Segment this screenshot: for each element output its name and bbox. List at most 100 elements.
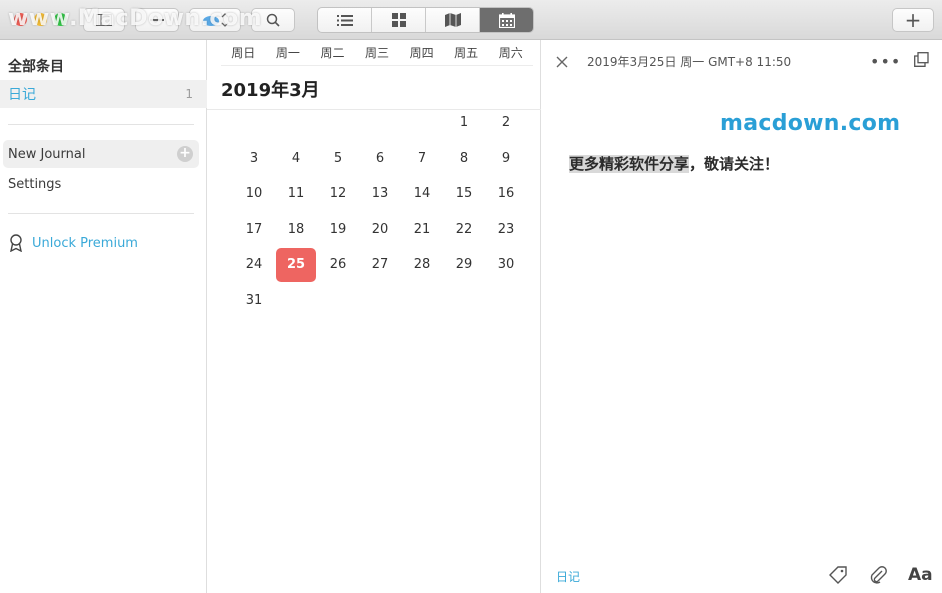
weekday-label: 周一 <box>275 46 300 60</box>
plus-circle-icon[interactable]: + <box>177 146 193 162</box>
empty-day-cell <box>233 105 275 141</box>
day-number: 12 <box>329 186 347 202</box>
weekday-label: 周日 <box>231 46 256 60</box>
calendar-day[interactable]: 24 <box>233 247 275 283</box>
calendar-day[interactable]: 14 <box>401 176 443 212</box>
day-number: 14 <box>413 186 431 202</box>
new-journal-button[interactable]: New Journal + <box>3 140 199 168</box>
settings-item[interactable]: Settings <box>8 177 61 192</box>
calendar-day[interactable]: 28 <box>401 247 443 283</box>
calendar-day[interactable]: 4 <box>275 141 317 177</box>
new-journal-label: New Journal <box>8 146 86 162</box>
entry-date: 2019年3月25日 周一 GMT+8 11:50 <box>587 55 792 69</box>
calendar-day[interactable]: 5 <box>317 141 359 177</box>
calendar-day[interactable]: 10 <box>233 176 275 212</box>
day-number: 31 <box>245 292 263 308</box>
sidebar: 全部条目 日记 1 New Journal + Settings Unlock … <box>0 40 207 593</box>
calendar-day[interactable]: 2 <box>485 105 527 141</box>
award-icon <box>10 234 22 252</box>
day-number: 16 <box>497 186 515 202</box>
day-number: 17 <box>245 221 263 237</box>
calendar-day[interactable]: 8 <box>443 141 485 177</box>
calendar-day[interactable]: 6 <box>359 141 401 177</box>
unlock-premium-label: Unlock Premium <box>32 235 138 251</box>
weekday-label: 周六 <box>498 46 523 60</box>
more-options-button[interactable]: ••• <box>870 52 901 71</box>
entry-panel: 2019年3月25日 周一 GMT+8 11:50 ••• macdown.co… <box>542 40 942 593</box>
calendar-icon <box>498 12 515 28</box>
day-number: 22 <box>455 221 473 237</box>
calendar-day[interactable]: 1 <box>443 105 485 141</box>
duplicate-button[interactable] <box>914 52 929 71</box>
calendar-day[interactable]: 16 <box>485 176 527 212</box>
day-number: 26 <box>329 257 347 273</box>
calendar-day[interactable]: 21 <box>401 212 443 248</box>
calendar-day[interactable]: 18 <box>275 212 317 248</box>
attachment-button[interactable] <box>869 566 887 588</box>
calendar-day[interactable]: 13 <box>359 176 401 212</box>
day-number: 11 <box>287 186 305 202</box>
day-number: 3 <box>249 150 259 166</box>
day-number: 27 <box>371 257 389 273</box>
journal-label[interactable]: 日记 <box>556 568 580 585</box>
entry-body[interactable]: 更多精彩软件分享，敬请关注！ <box>569 153 779 174</box>
calendar-day[interactable]: 27 <box>359 247 401 283</box>
divider <box>8 124 194 125</box>
day-number: 7 <box>417 150 427 166</box>
calendar-view-tab[interactable] <box>480 8 533 32</box>
calendar-day[interactable]: 17 <box>233 212 275 248</box>
day-number: 1 <box>459 115 469 131</box>
weekday-label: 周五 <box>454 46 479 60</box>
grid-icon <box>391 13 406 27</box>
calendar-day[interactable]: 3 <box>233 141 275 177</box>
font-format-button[interactable]: Aa <box>908 565 933 585</box>
day-number: 21 <box>413 221 431 237</box>
day-number: 4 <box>291 150 301 166</box>
weekday-label: 周二 <box>320 46 345 60</box>
day-number: 10 <box>245 186 263 202</box>
calendar-day[interactable]: 19 <box>317 212 359 248</box>
day-number: 6 <box>375 150 385 166</box>
day-number: 28 <box>413 257 431 273</box>
empty-day-cell <box>359 105 401 141</box>
map-icon <box>444 13 461 27</box>
calendar-day[interactable]: 12 <box>317 176 359 212</box>
close-entry-button[interactable] <box>556 53 568 72</box>
calendar-day[interactable]: 26 <box>317 247 359 283</box>
body-text: ，敬请关注！ <box>689 155 780 173</box>
sidebar-item-label: 日记 <box>8 87 36 103</box>
day-number: 19 <box>329 221 347 237</box>
calendar-day[interactable]: 7 <box>401 141 443 177</box>
calendar-day[interactable]: 30 <box>485 247 527 283</box>
calendar-day[interactable]: 11 <box>275 176 317 212</box>
calendar-day[interactable]: 15 <box>443 176 485 212</box>
day-number: 13 <box>371 186 389 202</box>
all-entries-header[interactable]: 全部条目 <box>8 56 64 76</box>
day-number: 2 <box>501 115 511 131</box>
add-entry-button[interactable]: + <box>892 8 934 32</box>
calendar-panel: 周日 周一 周二 周三 周四 周五 周六 2019年3月 1 2 3 4 5 6 7 8 9 10 11 12 13… <box>207 40 541 593</box>
weekday-label: 周四 <box>409 46 434 60</box>
day-number: 20 <box>371 221 389 237</box>
calendar-day[interactable]: 22 <box>443 212 485 248</box>
close-icon <box>556 56 568 68</box>
calendar-day[interactable]: 23 <box>485 212 527 248</box>
grid-view-tab[interactable] <box>372 8 426 32</box>
day-number: 8 <box>459 150 469 166</box>
divider <box>8 213 194 214</box>
watermark-text: www.MacDown.com <box>8 6 263 31</box>
weekday-label: 周三 <box>365 46 390 60</box>
sidebar-item-diary[interactable]: 日记 1 <box>0 80 207 108</box>
calendar-day[interactable]: 31 <box>233 283 275 319</box>
empty-day-cell <box>401 105 443 141</box>
highlighted-text: 更多精彩软件分享 <box>569 155 690 173</box>
unlock-premium-item[interactable]: Unlock Premium <box>8 234 138 252</box>
map-view-tab[interactable] <box>426 8 480 32</box>
view-switcher <box>317 7 534 33</box>
list-view-tab[interactable] <box>318 8 372 32</box>
calendar-day[interactable]: 29 <box>443 247 485 283</box>
calendar-day[interactable]: 20 <box>359 212 401 248</box>
calendar-day-selected[interactable]: 25 <box>275 247 317 283</box>
calendar-day[interactable]: 9 <box>485 141 527 177</box>
tag-button[interactable] <box>829 566 847 588</box>
